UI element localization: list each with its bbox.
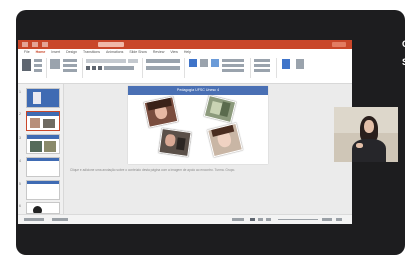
shape-effects-icon[interactable] [222,69,244,72]
quick-styles-icon[interactable] [211,59,219,67]
replace-icon[interactable] [254,64,270,67]
slide-sorter-icon[interactable] [258,218,263,221]
tab-file[interactable]: File [24,50,30,54]
shapes-icon[interactable] [189,59,197,67]
new-slide-icon[interactable] [50,59,60,69]
alignment-icons[interactable] [146,66,180,70]
ribbon-toolbar [18,55,352,84]
slide-thumbnail-2[interactable] [26,111,60,131]
tab-slide-show[interactable]: Slide Show [129,50,147,54]
slide-photo-1[interactable] [143,96,179,128]
fit-to-window-icon[interactable] [336,218,342,221]
find-icon[interactable] [254,59,270,62]
tab-transitions[interactable]: Transitions [83,50,100,54]
status-bar [18,214,352,224]
list-icons[interactable] [146,59,180,63]
zoom-level [322,218,332,221]
slide-photo-4[interactable] [207,122,243,158]
title-bar [18,40,352,49]
shared-powerpoint-window: File Home Insert Design Transitions Anim… [18,40,352,224]
thumbnail-number: 3 [19,136,21,140]
slide-title[interactable]: Pedagogia UFSC Unesc 4 [128,86,268,95]
save-icon[interactable] [32,42,38,47]
search-box[interactable] [98,42,124,47]
tab-insert[interactable]: Insert [51,50,60,54]
underline-icon[interactable] [98,66,102,70]
zoom-slider[interactable] [278,219,318,220]
italic-icon[interactable] [92,66,96,70]
tab-review[interactable]: Review [153,50,164,54]
tab-help[interactable]: Help [184,50,191,54]
share-button[interactable] [332,42,346,47]
meeting-window: C S File Home Insert Design Transitions … [16,10,405,255]
font-formatting-icons[interactable] [104,66,134,70]
designer-icon[interactable] [296,59,304,69]
tab-design[interactable]: Design [66,50,77,54]
language-indicator [52,218,68,221]
section-icon[interactable] [63,69,77,72]
paste-icon[interactable] [22,59,31,71]
slide-counter [24,218,44,221]
thumbnail-number: 5 [19,182,21,186]
notes-toggle[interactable] [232,218,244,221]
slide-thumbnail-5[interactable] [26,180,60,200]
slide-thumbnail-1[interactable] [26,88,60,108]
slide-thumbnail-3[interactable] [26,134,60,154]
copy-icon[interactable] [34,64,42,67]
shape-fill-icon[interactable] [222,59,244,62]
tab-home[interactable]: Home [36,50,46,54]
tab-view[interactable]: View [170,50,178,54]
font-size-select[interactable] [128,59,138,63]
cut-icon[interactable] [34,59,42,62]
bold-icon[interactable] [86,66,90,70]
thumbnail-number: 2 [19,112,21,116]
slide-photo-2[interactable] [203,94,237,124]
format-painter-icon[interactable] [34,69,42,72]
thumbnail-number: 6 [19,204,21,208]
participant-webcam [334,107,398,162]
normal-view-icon[interactable] [250,218,255,221]
dictate-icon[interactable] [282,59,290,69]
thumbnail-number: 4 [19,159,21,163]
slide-thumbnails-pane: 1 2 3 4 5 6 [18,84,64,214]
thumbnail-number: 1 [19,90,21,94]
arrange-icon[interactable] [200,59,208,67]
slide-photo-3[interactable] [158,128,192,157]
autosave-icon[interactable] [22,42,28,47]
tab-animations[interactable]: Animations [106,50,123,54]
current-slide[interactable]: Pedagogia UFSC Unesc 4 [128,86,268,164]
person-hand [356,143,363,148]
shape-outline-icon[interactable] [222,64,244,67]
undo-icon[interactable] [42,42,48,47]
font-family-select[interactable] [86,59,126,63]
slide-editing-area[interactable]: Pedagogia UFSC Unesc 4 Clique e adicione… [64,84,352,214]
slide-thumbnail-4[interactable] [26,157,60,177]
layout-icon[interactable] [63,59,77,62]
reading-view-icon[interactable] [266,218,271,221]
slide-thumbnail-6[interactable] [26,202,60,214]
select-icon[interactable] [254,69,270,72]
person-face [364,120,374,133]
reset-icon[interactable] [63,64,77,67]
speaker-notes[interactable]: Clique e adicione uma anotação sobre o c… [70,168,350,172]
